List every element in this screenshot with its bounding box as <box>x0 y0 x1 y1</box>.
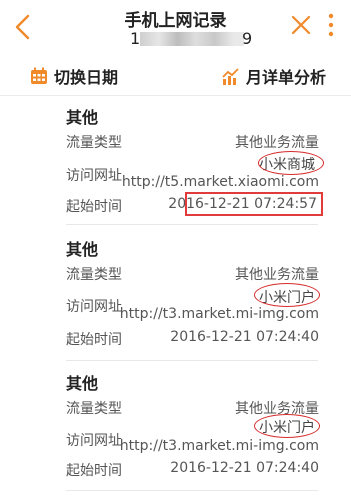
visit-url-value[interactable]: http://t3.market.mi-img.com <box>120 306 319 322</box>
phone-mask <box>140 32 244 46</box>
divider <box>66 360 318 361</box>
app-header: 手机上网记录 1 9 <box>0 0 351 56</box>
close-icon <box>291 15 311 35</box>
record-category: 其他 <box>66 108 99 127</box>
site-name-highlight <box>254 283 320 307</box>
start-time-label: 起始时间 <box>66 463 122 479</box>
more-vertical-icon <box>328 13 334 37</box>
visit-url-value[interactable]: http://t5.market.xiaomi.com <box>122 174 319 190</box>
start-time-label: 起始时间 <box>66 199 122 215</box>
record-card: 其他 流量类型 其他业务流量 访问网址 小米商城 http://t5.marke… <box>0 96 351 224</box>
monthly-analysis-label: 月详单分析 <box>246 68 327 87</box>
visit-url-label: 访问网址 <box>66 299 122 315</box>
start-time-highlight <box>185 192 323 216</box>
phone-number: 1 9 <box>130 29 253 49</box>
phone-suffix: 9 <box>242 29 253 48</box>
record-category: 其他 <box>66 240 99 259</box>
record-category: 其他 <box>66 374 99 393</box>
visit-url-value[interactable]: http://t3.market.mi-img.com <box>120 438 319 454</box>
monthly-analysis-button[interactable]: 月详单分析 <box>222 64 326 88</box>
switch-date-label: 切换日期 <box>54 68 119 87</box>
more-button[interactable] <box>326 12 336 38</box>
start-time-value: 2016-12-21 07:24:40 <box>170 460 319 476</box>
calendar-icon <box>31 67 47 84</box>
site-name-highlight <box>258 151 324 175</box>
traffic-type-label: 流量类型 <box>66 135 122 151</box>
record-card: 其他 流量类型 其他业务流量 访问网址 小米门户 http://t3.marke… <box>0 224 351 360</box>
traffic-type-value: 其他业务流量 <box>235 267 319 283</box>
traffic-type-label: 流量类型 <box>66 401 122 417</box>
traffic-type-label: 流量类型 <box>66 267 122 283</box>
start-time-value: 2016-12-21 07:24:40 <box>170 329 319 345</box>
start-time-label: 起始时间 <box>66 332 122 348</box>
bar-chart-icon <box>222 68 239 85</box>
phone-prefix: 1 <box>130 29 141 48</box>
visit-url-label: 访问网址 <box>66 168 122 184</box>
site-name-highlight <box>254 414 320 438</box>
record-list[interactable]: 其他 流量类型 其他业务流量 访问网址 小米商城 http://t5.marke… <box>0 96 351 500</box>
toolbar: 切换日期 月详单分析 <box>0 56 351 96</box>
divider <box>66 490 318 491</box>
record-card: 其他 流量类型 其他业务流量 访问网址 小米门户 http://t3.marke… <box>0 360 351 500</box>
close-button[interactable] <box>290 14 312 36</box>
visit-url-label: 访问网址 <box>66 433 122 449</box>
switch-date-button[interactable]: 切换日期 <box>30 64 118 88</box>
divider <box>66 224 318 225</box>
traffic-type-value: 其他业务流量 <box>235 135 319 151</box>
